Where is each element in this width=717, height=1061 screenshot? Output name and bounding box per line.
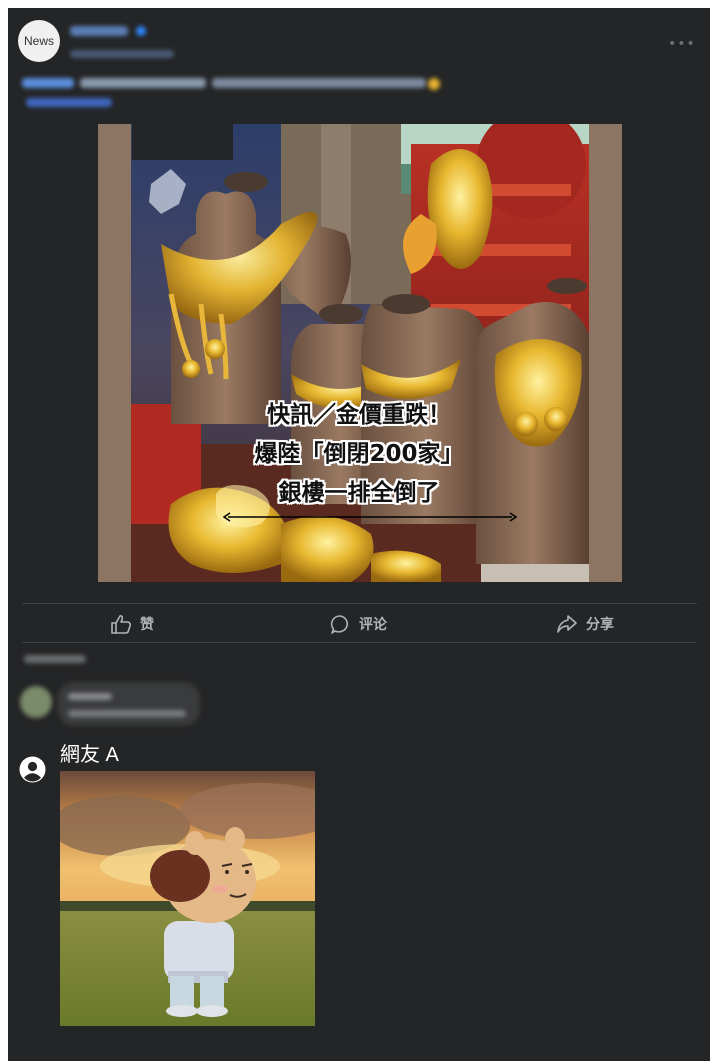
post-text-blurred bbox=[212, 78, 426, 88]
post-text-blurred bbox=[80, 78, 206, 88]
comment-label: 评论 bbox=[359, 617, 387, 633]
page-avatar[interactable]: News bbox=[18, 20, 60, 62]
like-label: 赞 bbox=[140, 617, 154, 633]
like-button[interactable]: 赞 bbox=[110, 612, 154, 636]
double-arrow-icon bbox=[222, 512, 518, 522]
commenter-name[interactable]: 網友 A bbox=[60, 738, 119, 767]
post-time-blurred[interactable] bbox=[70, 50, 174, 58]
share-label: 分享 bbox=[586, 617, 614, 633]
page-name-blurred[interactable] bbox=[70, 26, 128, 36]
share-arrow-icon bbox=[557, 615, 577, 633]
comment-sort-blurred[interactable] bbox=[24, 655, 86, 663]
commenter-avatar-blurred[interactable] bbox=[20, 686, 52, 718]
user-avatar-icon[interactable] bbox=[19, 756, 46, 783]
divider bbox=[22, 642, 697, 643]
comment-text-blurred bbox=[68, 693, 112, 700]
comment-bubble-blurred bbox=[58, 682, 200, 726]
more-options-button[interactable]: ••• bbox=[668, 36, 696, 52]
redaction-block bbox=[132, 124, 233, 160]
share-button[interactable]: 分享 bbox=[556, 612, 614, 636]
comment-bubble-icon bbox=[330, 614, 349, 634]
post-text-blurred bbox=[22, 78, 74, 88]
comment-sticker-image[interactable] bbox=[60, 771, 315, 1026]
post-link-blurred[interactable] bbox=[26, 98, 112, 107]
comment-text-blurred bbox=[68, 710, 186, 717]
divider bbox=[22, 603, 697, 604]
emoji-blurred bbox=[428, 78, 440, 90]
verified-badge-blurred bbox=[136, 26, 146, 36]
image-caption-line-3: 銀樓一排全倒了 bbox=[278, 480, 440, 506]
image-caption-line-2: 爆陸「倒閉200家」 bbox=[254, 441, 464, 467]
thumbs-up-icon bbox=[111, 615, 132, 634]
avatar-label: News bbox=[23, 34, 54, 48]
comment-button[interactable]: 评论 bbox=[330, 612, 387, 636]
image-caption-line-1: 快訊／金價重跌！ bbox=[267, 402, 451, 428]
